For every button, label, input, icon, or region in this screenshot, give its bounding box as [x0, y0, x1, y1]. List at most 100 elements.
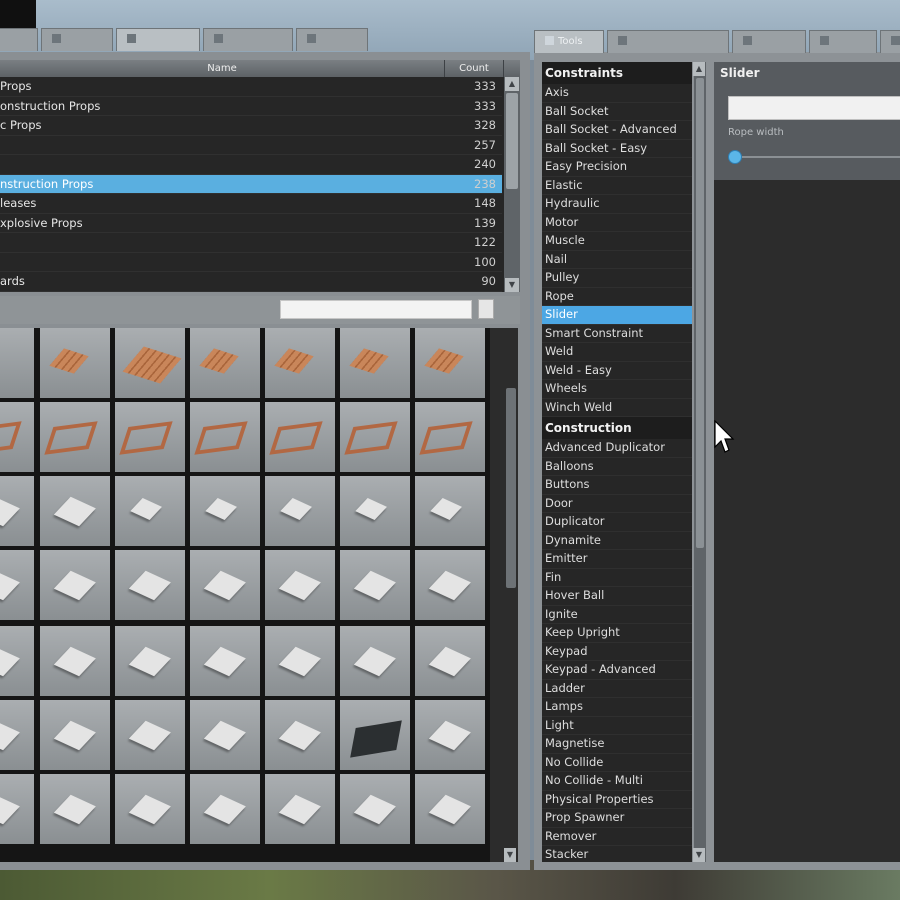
tool-item[interactable]: Slider — [542, 306, 692, 325]
prop-thumbnail[interactable] — [340, 700, 410, 770]
tool-item[interactable]: Ball Socket — [542, 103, 692, 121]
slider-knob[interactable] — [728, 150, 742, 164]
prop-thumbnail[interactable] — [40, 700, 110, 770]
spawn-tab-4[interactable] — [296, 28, 368, 51]
tool-item[interactable]: Ball Socket - Advanced — [542, 121, 692, 140]
prop-thumbnail[interactable] — [0, 476, 34, 546]
tool-item[interactable]: Keypad — [542, 643, 692, 661]
tool-item[interactable]: Weld — [542, 343, 692, 362]
tab-tools[interactable]: Tools — [534, 30, 604, 53]
tool-item[interactable]: Muscle — [542, 232, 692, 251]
tool-scroll-down-arrow-icon[interactable]: ▼ — [693, 848, 705, 862]
column-header-name[interactable]: Name — [0, 60, 445, 77]
prop-thumbnail[interactable] — [40, 328, 110, 398]
tool-item[interactable]: Light — [542, 717, 692, 735]
prop-thumbnail[interactable] — [265, 550, 335, 620]
tools-tab-2[interactable] — [732, 30, 806, 53]
spawn-tab-3[interactable] — [203, 28, 293, 51]
prop-thumbnail[interactable] — [340, 550, 410, 620]
prop-thumbnail[interactable] — [40, 550, 110, 620]
column-header-count[interactable]: Count — [445, 60, 504, 77]
tool-item[interactable]: Winch Weld — [542, 399, 692, 417]
prop-thumbnail[interactable] — [0, 626, 34, 696]
tool-item[interactable]: Prop Spawner — [542, 809, 692, 828]
grid-scroll-down-arrow-icon[interactable]: ▼ — [504, 848, 516, 862]
prop-thumbnail[interactable] — [115, 476, 185, 546]
prop-thumbnail[interactable] — [415, 550, 485, 620]
list-row[interactable]: ards 90 — [0, 272, 502, 292]
tool-item[interactable]: Ladder — [542, 680, 692, 698]
prop-thumbnail[interactable] — [190, 774, 260, 844]
prop-thumbnail[interactable] — [265, 402, 335, 472]
tool-item[interactable]: Hydraulic — [542, 195, 692, 214]
spawn-tab-2[interactable] — [116, 28, 200, 51]
tools-tab-1[interactable] — [607, 30, 729, 53]
prop-thumbnail[interactable] — [190, 550, 260, 620]
tool-item[interactable]: Smart Constraint — [542, 325, 692, 343]
list-row[interactable]: 122 — [0, 233, 502, 253]
prop-thumbnail[interactable] — [265, 626, 335, 696]
tool-item[interactable]: Keep Upright — [542, 624, 692, 643]
tool-item[interactable]: Keypad - Advanced — [542, 661, 692, 680]
list-row[interactable]: xplosive Props 139 — [0, 214, 502, 233]
tool-item[interactable]: Duplicator — [542, 513, 692, 532]
tool-item[interactable]: Buttons — [542, 476, 692, 495]
grid-scrollbar-thumb[interactable] — [506, 388, 516, 588]
tools-tab-4[interactable] — [880, 30, 900, 53]
tool-scrollbar-thumb[interactable] — [696, 78, 704, 548]
tool-item[interactable]: Ignite — [542, 606, 692, 624]
prop-thumbnail[interactable] — [0, 402, 34, 472]
prop-thumbnail[interactable] — [265, 328, 335, 398]
search-icon[interactable] — [478, 299, 494, 319]
prop-thumbnail[interactable] — [340, 328, 410, 398]
prop-thumbnail[interactable] — [0, 774, 34, 844]
prop-thumbnail[interactable] — [0, 328, 34, 398]
tool-item[interactable]: Motor — [542, 214, 692, 232]
tool-item[interactable]: Physical Properties — [542, 791, 692, 809]
tool-item[interactable]: No Collide — [542, 754, 692, 772]
spawn-tab-0[interactable] — [0, 28, 38, 51]
tool-item[interactable]: Magnetise — [542, 735, 692, 754]
tool-item[interactable]: Stacker — [542, 846, 692, 862]
prop-thumbnail[interactable] — [415, 700, 485, 770]
prop-thumbnail[interactable] — [265, 774, 335, 844]
prop-thumbnail[interactable] — [115, 402, 185, 472]
prop-thumbnail[interactable] — [190, 626, 260, 696]
spawn-tab-1[interactable] — [41, 28, 113, 51]
prop-thumbnail[interactable] — [415, 328, 485, 398]
prop-thumbnail[interactable] — [415, 774, 485, 844]
prop-thumbnail[interactable] — [115, 328, 185, 398]
prop-thumbnail[interactable] — [415, 402, 485, 472]
list-row[interactable]: nstruction Props 238 — [0, 174, 502, 194]
tool-item[interactable]: Fin — [542, 569, 692, 587]
tool-item[interactable]: Door — [542, 495, 692, 513]
prop-thumbnail[interactable] — [40, 774, 110, 844]
tool-scroll-up-arrow-icon[interactable]: ▲ — [693, 62, 705, 76]
prop-thumbnail[interactable] — [415, 476, 485, 546]
prop-thumbnail[interactable] — [115, 550, 185, 620]
prop-thumbnail[interactable] — [115, 626, 185, 696]
list-row[interactable]: Props 333 — [0, 77, 502, 97]
rope-material-input[interactable] — [728, 96, 900, 120]
list-row[interactable]: leases 148 — [0, 194, 502, 214]
tool-item[interactable]: Advanced Duplicator — [542, 439, 692, 458]
prop-thumbnail[interactable] — [190, 476, 260, 546]
prop-thumbnail[interactable] — [40, 626, 110, 696]
prop-thumbnail[interactable] — [0, 700, 34, 770]
prop-thumbnail[interactable] — [340, 476, 410, 546]
prop-thumbnail[interactable] — [190, 402, 260, 472]
tools-tab-3[interactable] — [809, 30, 877, 53]
prop-thumbnail[interactable] — [115, 700, 185, 770]
prop-thumbnail[interactable] — [340, 402, 410, 472]
prop-thumbnail[interactable] — [0, 550, 34, 620]
prop-thumbnail[interactable] — [190, 700, 260, 770]
tool-item[interactable]: Easy Precision — [542, 158, 692, 177]
tool-item[interactable]: Remover — [542, 828, 692, 846]
prop-thumbnail[interactable] — [340, 774, 410, 844]
rope-width-slider[interactable] — [736, 156, 900, 158]
list-row[interactable]: c Props 328 — [0, 116, 502, 136]
tool-item[interactable]: Emitter — [542, 550, 692, 569]
prop-thumbnail[interactable] — [190, 328, 260, 398]
tool-item[interactable]: Wheels — [542, 380, 692, 399]
scrollbar-thumb[interactable] — [506, 93, 518, 189]
